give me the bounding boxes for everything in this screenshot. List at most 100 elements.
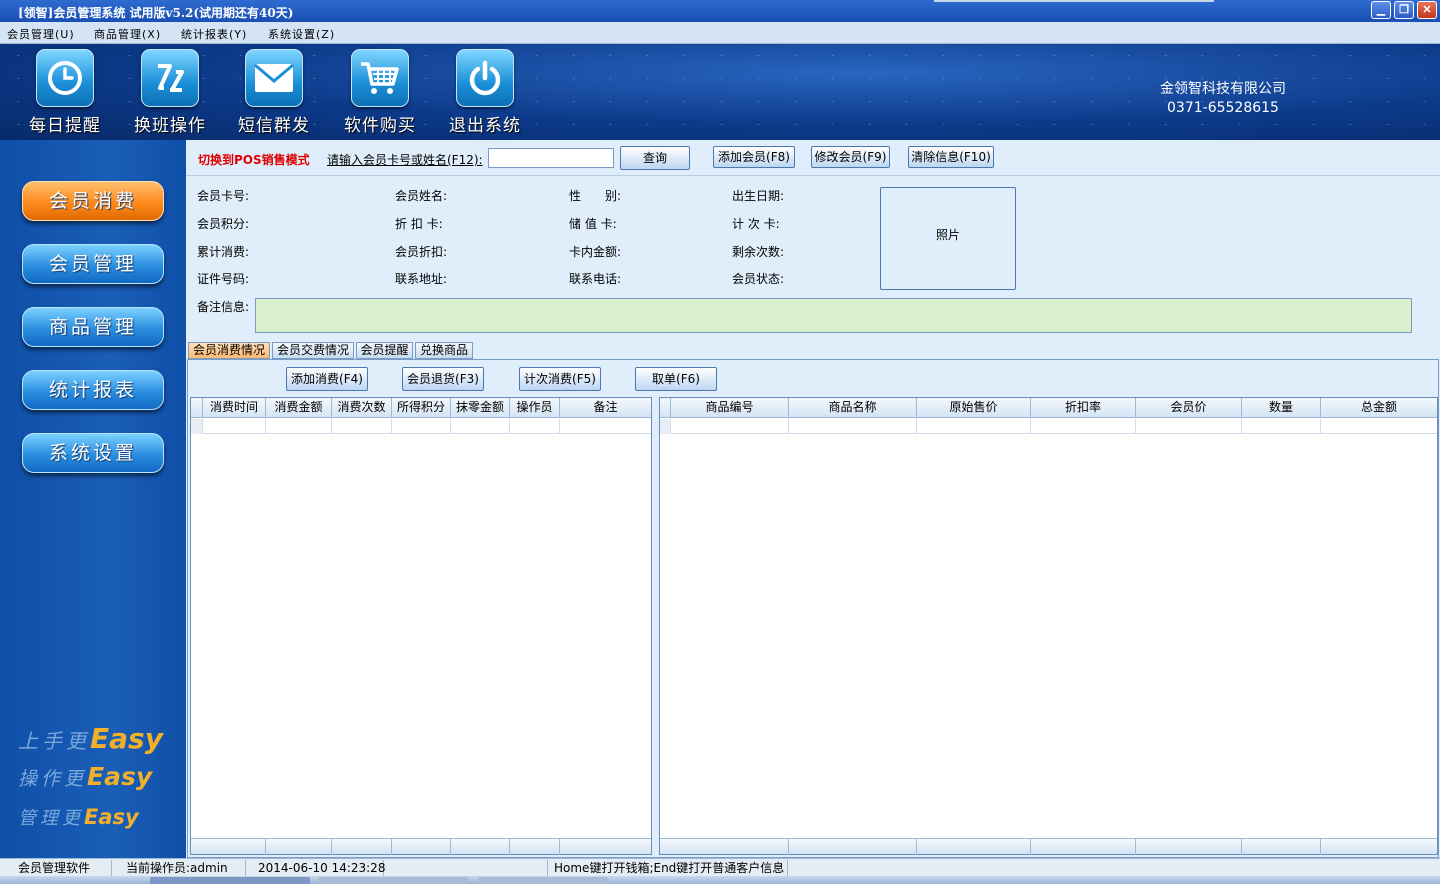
- company-info: 金领智科技有限公司 0371-65528615: [1130, 80, 1316, 118]
- taskbar-app[interactable]: [150, 877, 310, 884]
- slogan-line: 上手更Easy: [18, 722, 163, 755]
- column-header[interactable]: 消费金额: [266, 398, 332, 418]
- sidebar-item-system-settings[interactable]: 系统设置: [22, 433, 164, 473]
- shift-swap-icon: [141, 49, 199, 107]
- toolbar-label: 换班操作: [134, 116, 206, 136]
- table-footer: [191, 838, 651, 855]
- member-name-label: 会员姓名:: [395, 189, 448, 203]
- minimize-button[interactable]: ▁: [1371, 1, 1391, 19]
- column-header[interactable]: 消费次数: [332, 398, 392, 418]
- company-name: 金领智科技有限公司: [1160, 81, 1286, 97]
- member-photo[interactable]: 照片: [880, 187, 1016, 290]
- points-label: 会员积分:: [197, 217, 250, 231]
- menu-statistics-report[interactable]: 统计报表(Y): [181, 26, 247, 42]
- member-status-label: 会员状态:: [732, 272, 785, 286]
- toolbar-shift-button[interactable]: 换班操作: [122, 49, 218, 137]
- tab-member-reminder[interactable]: 会员提醒: [356, 342, 413, 359]
- remaining-count-label: 剩余次数:: [732, 245, 785, 259]
- discount-card-label: 折 扣 卡:: [395, 217, 443, 231]
- member-discount-label: 会员折扣:: [395, 245, 448, 259]
- menu-member-management[interactable]: 会员管理(U): [7, 26, 75, 42]
- toolbar-label: 每日提醒: [29, 116, 101, 136]
- taskbar-app[interactable]: [318, 877, 468, 884]
- clock-icon: [36, 49, 94, 107]
- column-header[interactable]: 原始售价: [917, 398, 1031, 418]
- tab-panel-member-consumption: 添加消费(F4) 会员退货(F3) 计次消费(F5) 取单(F6) 消费时间 消…: [187, 359, 1439, 858]
- taskbar-app[interactable]: [478, 877, 608, 884]
- title-bar: [领智]会员管理系统 试用版v5.2(试用期还有40天) ▁ ❐ ✕: [0, 0, 1440, 22]
- column-header[interactable]: 消费时间: [203, 398, 266, 418]
- sidebar-item-member-consumption[interactable]: 会员消费: [22, 181, 164, 221]
- column-header[interactable]: 操作员: [510, 398, 560, 418]
- remark-label: 备注信息:: [197, 300, 250, 314]
- sidebar-item-member-management[interactable]: 会员管理: [22, 244, 164, 284]
- id-number-label: 证件号码:: [197, 272, 250, 286]
- table-row[interactable]: [191, 419, 651, 434]
- address-label: 联系地址:: [395, 272, 448, 286]
- search-input[interactable]: [488, 148, 614, 168]
- column-header[interactable]: 会员价: [1136, 398, 1242, 418]
- shopping-cart-icon: [351, 49, 409, 107]
- gender-label: 性 别:: [569, 189, 622, 203]
- column-header[interactable]: 抹零金额: [451, 398, 510, 418]
- card-balance-label: 卡内金额:: [569, 245, 622, 259]
- table-row[interactable]: [660, 419, 1437, 434]
- menu-system-settings[interactable]: 系统设置(Z): [268, 26, 335, 42]
- row-header-corner: [191, 398, 203, 418]
- pos-mode-link[interactable]: 切换到POS销售模式: [198, 151, 310, 168]
- toolbar-exit-button[interactable]: 退出系统: [437, 49, 533, 137]
- restore-button[interactable]: ❐: [1394, 1, 1414, 19]
- power-icon: [456, 49, 514, 107]
- clear-info-button[interactable]: 清除信息(F10): [908, 146, 994, 168]
- count-card-label: 计 次 卡:: [732, 217, 780, 231]
- query-button[interactable]: 查询: [620, 146, 690, 170]
- toolbar-label: 短信群发: [238, 116, 310, 136]
- status-datetime: 2014-06-10 14:23:28: [252, 860, 385, 876]
- sidebar-item-goods-management[interactable]: 商品管理: [22, 307, 164, 347]
- slogan-line: 管理更Easy: [18, 805, 139, 829]
- tab-member-payment[interactable]: 会员交费情况: [272, 342, 354, 359]
- envelope-icon: [245, 49, 303, 107]
- column-header[interactable]: 总金额: [1321, 398, 1437, 418]
- close-button[interactable]: ✕: [1417, 1, 1437, 19]
- toolbar-label: 退出系统: [449, 116, 521, 136]
- menu-goods-management[interactable]: 商品管理(X): [94, 26, 161, 42]
- column-header[interactable]: 商品编号: [671, 398, 789, 418]
- member-return-button[interactable]: 会员退货(F3): [402, 367, 484, 391]
- os-taskbar: [0, 876, 1440, 884]
- table-header: 消费时间 消费金额 消费次数 所得积分 抹零金额 操作员 备注: [191, 398, 651, 418]
- toolbar-label: 软件购买: [344, 116, 416, 136]
- tab-member-consumption[interactable]: 会员消费情况: [188, 342, 270, 359]
- column-header[interactable]: 商品名称: [789, 398, 917, 418]
- toolbar-purchase-button[interactable]: 软件购买: [332, 49, 428, 137]
- toolbar-sms-button[interactable]: 短信群发: [226, 49, 322, 137]
- remark-field[interactable]: [255, 298, 1412, 333]
- sidebar-item-statistics-report[interactable]: 统计报表: [22, 370, 164, 410]
- status-operator: 当前操作员:admin: [120, 860, 246, 876]
- consumption-table[interactable]: 消费时间 消费金额 消费次数 所得积分 抹零金额 操作员 备注: [190, 397, 652, 855]
- phone-label: 联系电话:: [569, 272, 622, 286]
- birthday-label: 出生日期:: [732, 189, 785, 203]
- count-consumption-button[interactable]: 计次消费(F5): [519, 367, 601, 391]
- search-label: 请输入会员卡号或姓名(F12):: [327, 153, 483, 167]
- tab-exchange-goods[interactable]: 兑换商品: [415, 342, 473, 359]
- add-member-button[interactable]: 添加会员(F8): [713, 146, 795, 168]
- column-header[interactable]: 折扣率: [1031, 398, 1136, 418]
- main-panel: 切换到POS销售模式 请输入会员卡号或姓名(F12): 查询 添加会员(F8) …: [186, 140, 1440, 858]
- sidebar: 会员消费 会员管理 商品管理 统计报表 系统设置 上手更Easy 操作更Easy…: [0, 140, 186, 858]
- goods-table[interactable]: 商品编号 商品名称 原始售价 折扣率 会员价 数量 总金额: [659, 397, 1438, 855]
- search-bar: 切换到POS销售模式 请输入会员卡号或姓名(F12): 查询 添加会员(F8) …: [186, 140, 1440, 176]
- row-header-corner: [660, 398, 671, 418]
- table-footer: [660, 838, 1437, 855]
- window-title: [领智]会员管理系统 试用版v5.2(试用期还有40天): [18, 6, 294, 20]
- cancel-order-button[interactable]: 取单(F6): [635, 367, 717, 391]
- column-header[interactable]: 备注: [560, 398, 651, 418]
- edit-member-button[interactable]: 修改会员(F9): [811, 146, 890, 168]
- menu-bar: 会员管理(U) 商品管理(X) 统计报表(Y) 系统设置(Z): [0, 22, 1440, 44]
- add-consumption-button[interactable]: 添加消费(F4): [286, 367, 368, 391]
- card-number-label: 会员卡号:: [197, 189, 250, 203]
- column-header[interactable]: 所得积分: [392, 398, 451, 418]
- toolbar-daily-reminder-button[interactable]: 每日提醒: [17, 49, 113, 137]
- status-app-name: 会员管理软件: [12, 860, 112, 876]
- column-header[interactable]: 数量: [1242, 398, 1321, 418]
